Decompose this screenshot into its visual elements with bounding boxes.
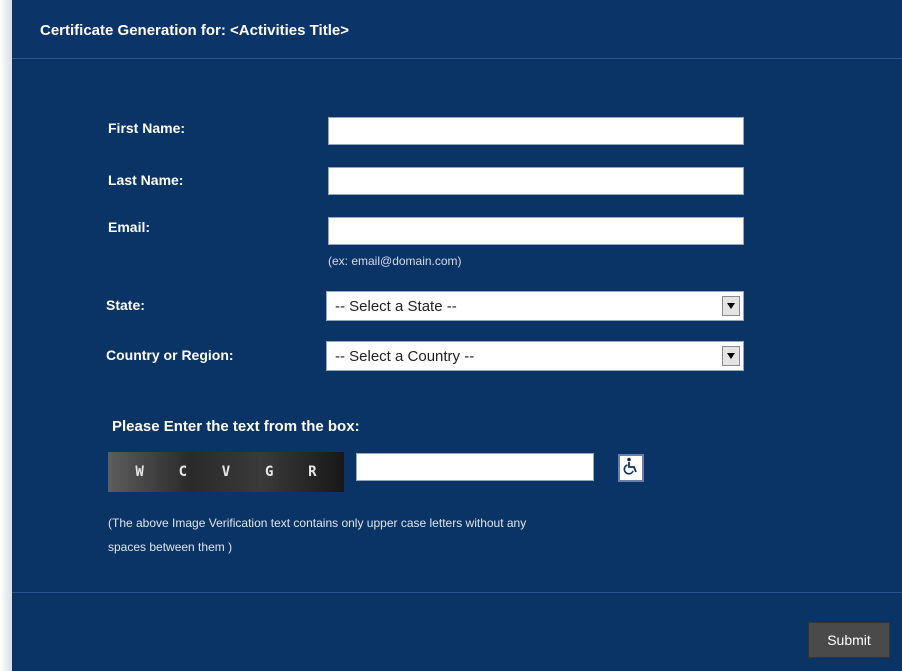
country-label: Country or Region: <box>106 347 234 363</box>
page-left-edge <box>0 0 12 671</box>
page-title: Certificate Generation for: <Activities … <box>40 22 349 39</box>
submit-button[interactable]: Submit <box>808 622 890 658</box>
last-name-label: Last Name: <box>108 172 184 188</box>
captcha-prompt: Please Enter the text from the box: <box>112 418 360 435</box>
country-select[interactable]: -- Select a Country -- <box>326 341 744 371</box>
chevron-down-icon[interactable] <box>722 296 740 316</box>
state-label: State: <box>106 297 145 313</box>
email-hint: (ex: email@domain.com) <box>328 254 462 268</box>
captcha-image: W C V G R <box>108 452 344 492</box>
captcha-letter: V <box>221 464 231 480</box>
chevron-down-icon[interactable] <box>722 346 740 366</box>
state-selected-value: -- Select a State -- <box>335 298 457 315</box>
captcha-letter: R <box>308 464 317 480</box>
captcha-letter: W <box>135 464 144 480</box>
first-name-label: First Name: <box>108 120 186 136</box>
email-label: Email: <box>108 219 151 235</box>
last-name-input[interactable] <box>328 167 744 195</box>
email-input[interactable] <box>328 217 744 245</box>
audio-captcha-button[interactable] <box>618 454 644 482</box>
state-select[interactable]: -- Select a State -- <box>326 291 744 321</box>
captcha-note-line-1: (The above Image Verification text conta… <box>108 516 527 530</box>
captcha-note-line-2: spaces between them ) <box>108 540 233 554</box>
certificate-form-panel: Certificate Generation for: <Activities … <box>12 0 902 671</box>
panel-header: Certificate Generation for: <Activities … <box>12 0 902 59</box>
footer-divider <box>12 592 902 593</box>
captcha-letter: G <box>264 464 274 480</box>
captcha-letter: C <box>178 464 187 480</box>
captcha-input[interactable] <box>356 453 594 481</box>
country-selected-value: -- Select a Country -- <box>335 348 475 365</box>
wheelchair-icon <box>623 457 639 480</box>
first-name-input[interactable] <box>328 117 744 145</box>
